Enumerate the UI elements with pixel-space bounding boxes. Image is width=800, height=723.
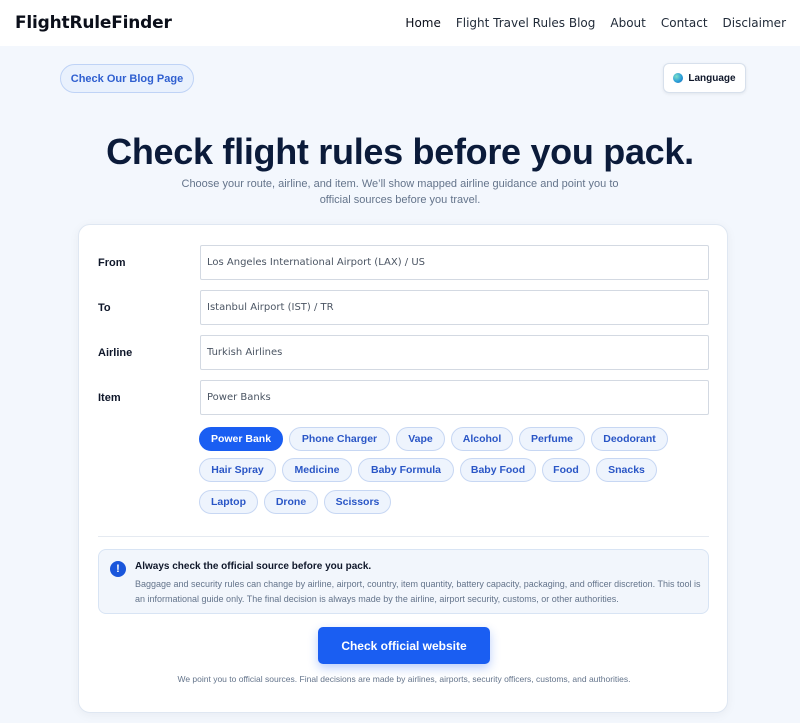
chip-medicine[interactable]: Medicine (282, 458, 352, 482)
search-card: From Los Angeles International Airport (… (78, 224, 728, 713)
airline-input[interactable]: Turkish Airlines (200, 335, 709, 370)
item-input[interactable]: Power Banks (200, 380, 709, 415)
page-title: Check flight rules before you pack. (106, 131, 694, 172)
language-button[interactable]: Language (663, 63, 746, 93)
from-label: From (98, 257, 126, 269)
divider (98, 536, 709, 537)
brand-logo[interactable]: FlightRuleFinder (15, 13, 172, 33)
page-subtitle: Choose your route, airline, and item. We… (181, 178, 619, 206)
chip-baby-food[interactable]: Baby Food (460, 458, 536, 482)
nav-links: Home Flight Travel Rules Blog About Cont… (390, 16, 786, 30)
to-input[interactable]: Istanbul Airport (IST) / TR (200, 290, 709, 325)
chip-snacks[interactable]: Snacks (596, 458, 657, 482)
chip-food[interactable]: Food (542, 458, 590, 482)
airline-label: Airline (98, 347, 133, 359)
chip-laptop[interactable]: Laptop (199, 490, 258, 514)
alert-icon: ! (110, 561, 126, 577)
chip-scissors[interactable]: Scissors (324, 490, 391, 514)
notice-body: Baggage and security rules can change by… (135, 579, 701, 604)
item-label: Item (98, 392, 121, 404)
nav-link-disclaimer[interactable]: Disclaimer (723, 16, 786, 30)
chip-baby-formula[interactable]: Baby Formula (358, 458, 454, 482)
chip-vape[interactable]: Vape (396, 427, 445, 451)
to-label: To (98, 302, 111, 314)
check-official-website-button[interactable]: Check official website (318, 627, 490, 664)
chip-perfume[interactable]: Perfume (519, 427, 585, 451)
official-source-notice: ! Always check the official source befor… (98, 549, 709, 614)
globe-icon (673, 73, 684, 83)
chip-power-bank[interactable]: Power Bank (199, 427, 283, 451)
footnote: We point you to official sources. Final … (177, 674, 631, 684)
chip-deodorant[interactable]: Deodorant (591, 427, 668, 451)
chip-alcohol[interactable]: Alcohol (451, 427, 513, 451)
from-input[interactable]: Los Angeles International Airport (LAX) … (200, 245, 709, 280)
language-label: Language (688, 72, 736, 84)
chip-drone[interactable]: Drone (264, 490, 318, 514)
chip-hair-spray[interactable]: Hair Spray (199, 458, 276, 482)
top-navigation: FlightRuleFinder Home Flight Travel Rule… (0, 0, 800, 46)
nav-link-blog[interactable]: Flight Travel Rules Blog (456, 16, 596, 30)
nav-link-about[interactable]: About (610, 16, 645, 30)
notice-title: Always check the official source before … (135, 561, 372, 572)
blog-page-button[interactable]: Check Our Blog Page (60, 64, 194, 93)
nav-link-home[interactable]: Home (405, 16, 440, 30)
chip-phone-charger[interactable]: Phone Charger (289, 427, 390, 451)
nav-link-contact[interactable]: Contact (661, 16, 708, 30)
